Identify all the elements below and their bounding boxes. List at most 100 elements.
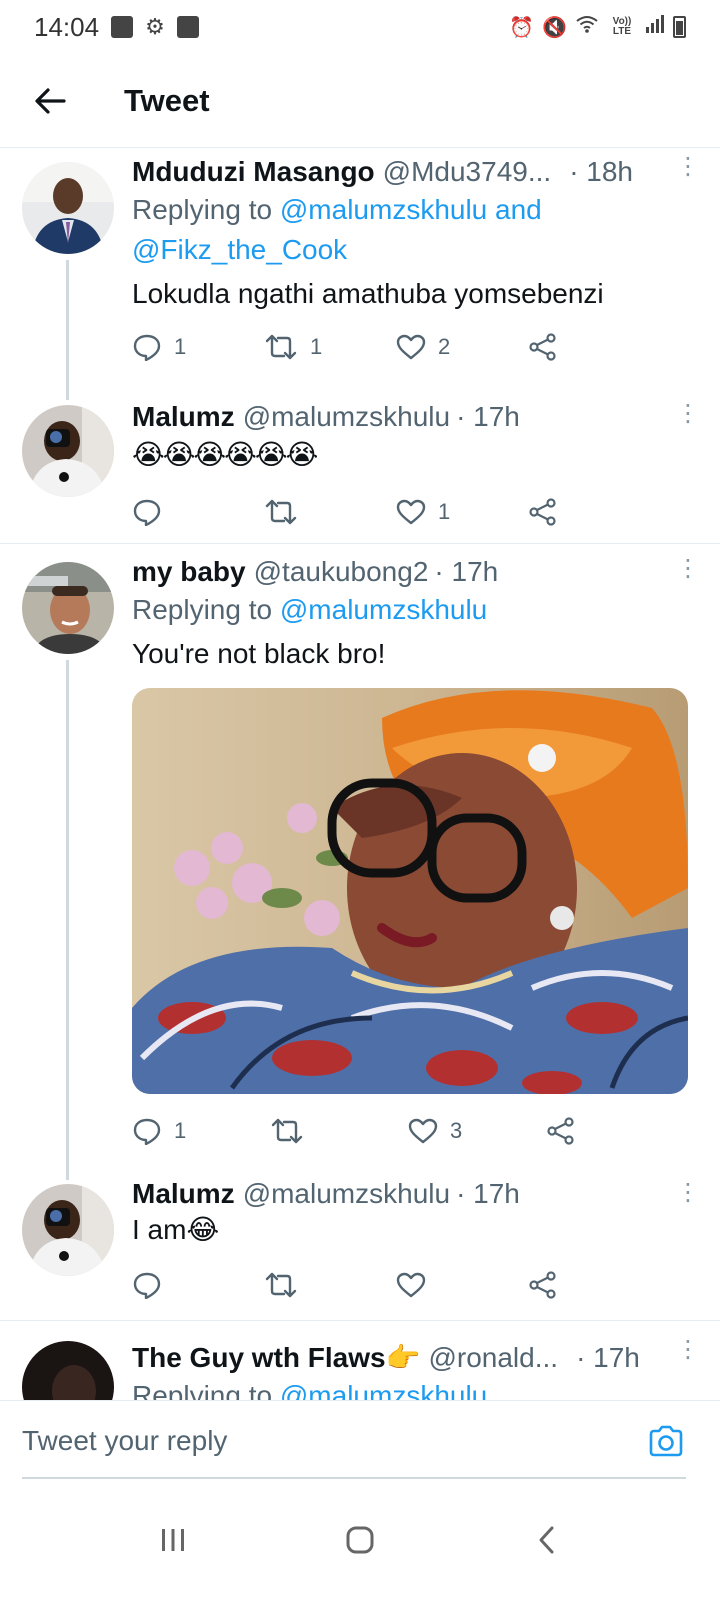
tweet-actions: 1 1 2 bbox=[132, 322, 660, 372]
author-name[interactable]: Malumz bbox=[132, 1178, 235, 1210]
home-button[interactable] bbox=[330, 1510, 390, 1570]
avatar[interactable] bbox=[22, 405, 114, 497]
tweet-actions bbox=[132, 1260, 660, 1310]
author-handle[interactable]: @malumzskhulu bbox=[243, 1178, 450, 1210]
alarm-icon: ⏰ bbox=[509, 16, 535, 39]
tweet-text: 😭😭😭😭😭😭 bbox=[132, 439, 318, 470]
retweet-button[interactable] bbox=[264, 1272, 396, 1298]
heart-icon bbox=[408, 1118, 438, 1144]
back-button[interactable] bbox=[24, 75, 76, 127]
retweet-count: 1 bbox=[310, 334, 323, 359]
more-options-icon[interactable]: ⋮ bbox=[676, 1181, 700, 1205]
replying-prefix: Replying to bbox=[132, 194, 280, 225]
tweet-time: · 17h bbox=[456, 401, 520, 432]
tweet-actions: 1 bbox=[132, 487, 660, 537]
retweet-button[interactable] bbox=[270, 1118, 408, 1144]
tweet-actions: 1 3 bbox=[132, 1106, 684, 1156]
replying-users-link[interactable]: @malumzskhulu bbox=[280, 1380, 487, 1400]
avatar[interactable] bbox=[22, 1341, 114, 1400]
thread-line bbox=[66, 660, 69, 1180]
avatar[interactable] bbox=[22, 562, 114, 654]
like-count: 1 bbox=[438, 499, 451, 524]
share-button[interactable] bbox=[528, 498, 660, 526]
retweet-button[interactable]: 1 bbox=[264, 334, 396, 360]
reply-button[interactable] bbox=[132, 1271, 264, 1299]
battery-icon bbox=[673, 16, 686, 38]
reply-count: 1 bbox=[174, 334, 187, 359]
heart-icon bbox=[396, 499, 426, 525]
tweet-item[interactable]: ⋮ Mduduzi Masango @Mdu3749... · 18h Repl… bbox=[0, 148, 720, 400]
author-handle[interactable]: @malumzskhulu bbox=[243, 401, 450, 433]
like-button[interactable]: 2 bbox=[396, 334, 528, 360]
tweet-text: You're not black bro! bbox=[132, 638, 386, 669]
like-button[interactable]: 1 bbox=[396, 499, 528, 525]
tweet-item[interactable]: ⋮ my baby @taukubong2 · 17h Replying to … bbox=[0, 544, 720, 1180]
system-back-button[interactable] bbox=[517, 1510, 577, 1570]
tweet-item[interactable]: ⋮ Malumz @malumzskhulu · 17h I am😂 bbox=[0, 1170, 720, 1320]
author-name[interactable]: The Guy wth Flaws👉 bbox=[132, 1341, 420, 1374]
reply-button[interactable]: 1 bbox=[132, 333, 264, 361]
retweet-icon bbox=[265, 334, 297, 360]
more-options-icon[interactable]: ⋮ bbox=[676, 155, 700, 179]
like-button[interactable]: 3 bbox=[408, 1118, 546, 1144]
reply-input-underline bbox=[22, 1477, 686, 1479]
arrow-left-icon bbox=[35, 87, 66, 114]
tweet-time: · 17h bbox=[576, 1342, 640, 1373]
like-count: 3 bbox=[450, 1118, 463, 1143]
tweet-text: Lokudla ngathi amathuba yomsebenzi bbox=[132, 278, 604, 309]
reply-icon bbox=[133, 1272, 161, 1299]
reply-icon bbox=[133, 1118, 161, 1145]
replying-prefix: Replying to bbox=[132, 1380, 280, 1400]
heart-icon bbox=[396, 334, 426, 360]
tweet-text: I am😂 bbox=[132, 1214, 220, 1245]
like-count: 2 bbox=[438, 334, 451, 359]
reply-button[interactable]: 1 bbox=[132, 1117, 270, 1145]
signal-icon bbox=[645, 15, 665, 39]
tweet-time: · 17h bbox=[434, 556, 499, 587]
tweet-item[interactable]: ⋮ Malumz @malumzskhulu · 17h 😭😭😭😭😭😭 1 bbox=[0, 393, 720, 543]
retweet-icon bbox=[265, 1272, 297, 1298]
home-icon bbox=[346, 1526, 374, 1554]
retweet-button[interactable] bbox=[264, 499, 396, 525]
replying-users-link[interactable]: @malumzskhulu bbox=[280, 594, 487, 625]
share-icon bbox=[529, 1271, 556, 1299]
thread-line bbox=[66, 260, 69, 400]
more-options-icon[interactable]: ⋮ bbox=[676, 1338, 700, 1362]
replying-to: Replying to @malumzskhulu bbox=[132, 1376, 660, 1400]
checkbox-icon bbox=[176, 16, 199, 38]
reply-button[interactable] bbox=[132, 498, 264, 526]
retweet-icon bbox=[271, 1118, 303, 1144]
recent-apps-button[interactable] bbox=[143, 1510, 203, 1570]
reply-icon bbox=[133, 499, 161, 526]
tweet-media-image[interactable] bbox=[132, 688, 688, 1094]
share-button[interactable] bbox=[546, 1117, 684, 1145]
author-name[interactable]: Mduduzi Masango bbox=[132, 156, 375, 188]
more-options-icon[interactable]: ⋮ bbox=[676, 402, 700, 426]
like-button[interactable] bbox=[396, 1272, 528, 1298]
reply-count: 1 bbox=[174, 1118, 187, 1143]
avatar[interactable] bbox=[22, 1184, 114, 1276]
conversation-thread[interactable]: ⋮ Mduduzi Masango @Mdu3749... · 18h Repl… bbox=[0, 148, 720, 1400]
author-handle[interactable]: @ronald... bbox=[428, 1342, 558, 1374]
reply-composer: Tweet your reply bbox=[0, 1400, 720, 1479]
replying-to: Replying to @malumzskhulu bbox=[132, 590, 684, 630]
author-handle[interactable]: @Mdu3749... bbox=[383, 156, 552, 188]
share-button[interactable] bbox=[528, 1271, 660, 1299]
camera-button[interactable] bbox=[648, 1425, 684, 1462]
share-button[interactable] bbox=[528, 333, 660, 361]
reply-input[interactable]: Tweet your reply bbox=[22, 1425, 227, 1457]
author-name[interactable]: Malumz bbox=[132, 401, 235, 433]
mute-icon: 🔇 bbox=[542, 16, 567, 39]
camera-icon bbox=[649, 1425, 683, 1457]
avatar[interactable] bbox=[22, 162, 114, 254]
author-name[interactable]: my baby bbox=[132, 556, 246, 588]
reply-icon bbox=[133, 334, 161, 361]
top-app-bar: Tweet bbox=[0, 54, 720, 148]
recent-apps-icon bbox=[162, 1529, 185, 1551]
status-time: 14:04 bbox=[34, 11, 100, 42]
author-handle[interactable]: @taukubong2 bbox=[254, 556, 429, 588]
replying-prefix: Replying to bbox=[132, 594, 280, 625]
retweet-icon bbox=[265, 499, 297, 525]
tweet-item[interactable]: ⋮ The Guy wth Flaws👉 @ronald... · 17h Re… bbox=[0, 1321, 720, 1400]
replying-to: Replying to @malumzskhulu and @Fikz_the_… bbox=[132, 190, 602, 270]
